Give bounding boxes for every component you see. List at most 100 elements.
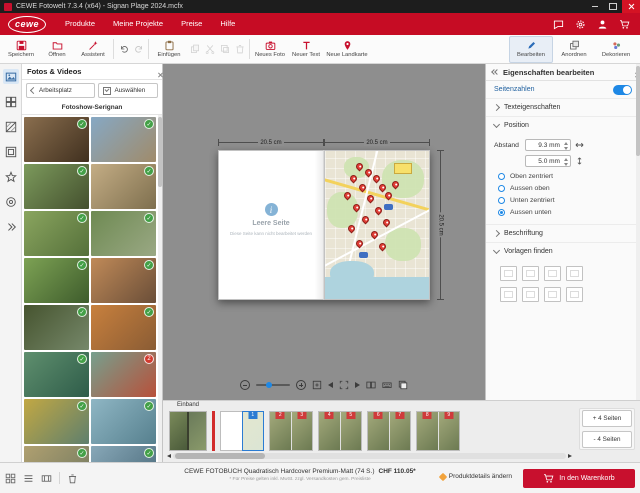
- photo-thumbnail[interactable]: ✓: [24, 258, 89, 303]
- map-pin-icon[interactable]: [352, 203, 362, 213]
- expand-strip-icon[interactable]: [3, 219, 19, 234]
- frames-panel-icon[interactable]: [3, 144, 19, 159]
- spinner-arrows[interactable]: [564, 142, 568, 150]
- photo-thumbnail[interactable]: ✓: [24, 211, 89, 256]
- scrollbar-thumb[interactable]: [175, 453, 265, 459]
- layouts-panel-icon[interactable]: [3, 94, 19, 109]
- position-section-header[interactable]: Position: [486, 117, 640, 134]
- filmstrip-page[interactable]: 9: [439, 412, 460, 450]
- template-thumbnail[interactable]: [522, 287, 539, 302]
- map-pin-icon[interactable]: [363, 167, 373, 177]
- map-pin-icon[interactable]: [371, 173, 381, 183]
- photo-scrollbar[interactable]: [158, 115, 162, 462]
- filmstrip-scrollbar[interactable]: [165, 452, 574, 460]
- pages-overview-icon[interactable]: [398, 380, 408, 390]
- new-text-button[interactable]: Neuer Text: [288, 36, 324, 63]
- template-thumbnail[interactable]: [544, 287, 561, 302]
- zoom-slider-knob[interactable]: [266, 382, 272, 388]
- cliparts-panel-icon[interactable]: [3, 169, 19, 184]
- photo-thumbnail[interactable]: ✓: [91, 399, 156, 444]
- filmstrip-spread[interactable]: 89: [416, 411, 460, 451]
- right-page-map[interactable]: [324, 150, 430, 300]
- zoom-out-icon[interactable]: [240, 380, 250, 390]
- keyboard-icon[interactable]: [382, 380, 392, 390]
- fit-page-icon[interactable]: [312, 380, 322, 390]
- fullscreen-icon[interactable]: [339, 380, 349, 390]
- next-page-icon[interactable]: [355, 382, 360, 388]
- new-map-button[interactable]: Neue Landkarte: [324, 36, 370, 63]
- position-option[interactable]: Oben zentriert: [498, 173, 632, 180]
- scrollbar-thumb[interactable]: [158, 117, 162, 187]
- map-pin-icon[interactable]: [378, 182, 388, 192]
- smart-text-panel-icon[interactable]: [3, 194, 19, 209]
- filmstrip-spread[interactable]: 1: [220, 411, 264, 451]
- map-pin-icon[interactable]: [346, 224, 356, 234]
- filmstrip-page[interactable]: 2: [270, 412, 292, 450]
- scrollbar-track[interactable]: [173, 453, 566, 459]
- map-pin-icon[interactable]: [373, 206, 383, 216]
- spread-view-icon[interactable]: [366, 380, 376, 390]
- abstand-y-spinner[interactable]: 5.0 mm: [525, 155, 571, 167]
- source-dropdown[interactable]: Arbeitsplatz: [26, 83, 95, 98]
- cover-thumbnail[interactable]: [169, 411, 207, 451]
- map-pin-icon[interactable]: [358, 182, 368, 192]
- trash-icon[interactable]: [67, 473, 78, 484]
- backgrounds-panel-icon[interactable]: [3, 119, 19, 134]
- template-thumbnail[interactable]: [566, 266, 583, 281]
- grid-view-icon[interactable]: [5, 473, 16, 484]
- filmstrip-view-icon[interactable]: [41, 473, 52, 484]
- templates-section-header[interactable]: Vorlagen finden: [486, 243, 640, 260]
- close-button[interactable]: [622, 0, 640, 13]
- map-pin-icon[interactable]: [378, 241, 388, 251]
- panel-scrollbar[interactable]: [636, 64, 640, 400]
- previous-page-icon[interactable]: [328, 382, 333, 388]
- select-photos-button[interactable]: Auswählen: [98, 83, 158, 98]
- feedback-icon[interactable]: [553, 19, 564, 30]
- map-pin-icon[interactable]: [355, 161, 365, 171]
- position-option[interactable]: Unten zentriert: [498, 197, 632, 204]
- filmstrip-spread[interactable]: 45: [318, 411, 362, 451]
- filmstrip-page[interactable]: 8: [417, 412, 439, 450]
- settings-gear-icon[interactable]: [575, 19, 586, 30]
- new-photo-button[interactable]: Neues Foto: [252, 36, 288, 63]
- remove-pages-button[interactable]: - 4 Seiten: [582, 431, 632, 448]
- map-pin-icon[interactable]: [355, 238, 365, 248]
- open-button[interactable]: Öffnen: [39, 36, 75, 63]
- filmstrip-page[interactable]: 3: [292, 412, 313, 450]
- photo-thumbnail[interactable]: ✓: [91, 211, 156, 256]
- photo-thumbnail[interactable]: ✓: [91, 164, 156, 209]
- template-thumbnail[interactable]: [522, 266, 539, 281]
- map-pin-icon[interactable]: [365, 194, 375, 204]
- minimize-button[interactable]: [586, 0, 604, 13]
- map-pin-icon[interactable]: [382, 218, 392, 228]
- maximize-button[interactable]: [604, 0, 622, 13]
- menu-produkte[interactable]: Produkte: [56, 13, 104, 35]
- photo-thumbnail[interactable]: 2: [91, 352, 156, 397]
- map-pin-icon[interactable]: [361, 215, 371, 225]
- template-thumbnail[interactable]: [566, 287, 583, 302]
- photo-thumbnail[interactable]: ✓: [24, 352, 89, 397]
- position-option[interactable]: Aussen unten: [498, 209, 632, 216]
- photo-thumbnail[interactable]: ✓: [24, 117, 89, 162]
- photo-thumbnail[interactable]: ✓: [91, 117, 156, 162]
- photos-panel-icon[interactable]: [3, 69, 19, 84]
- photo-thumbnail[interactable]: ✓: [91, 446, 156, 462]
- undo-button[interactable]: [116, 36, 131, 63]
- scroll-right-icon[interactable]: [566, 452, 574, 460]
- photo-thumbnail[interactable]: ✓: [91, 258, 156, 303]
- spinner-arrows[interactable]: [564, 158, 568, 166]
- photo-thumbnail[interactable]: ✓: [91, 305, 156, 350]
- add-pages-button[interactable]: + 4 Seiten: [582, 410, 632, 427]
- page-numbers-toggle[interactable]: [613, 85, 632, 95]
- position-option[interactable]: Aussen oben: [498, 185, 632, 192]
- photo-thumbnail[interactable]: ✓: [24, 164, 89, 209]
- map-pin-icon[interactable]: [369, 229, 379, 239]
- map-pin-icon[interactable]: [349, 173, 359, 183]
- zoom-slider[interactable]: [256, 384, 290, 386]
- folder-name[interactable]: Fotoshow-Serignan: [22, 101, 162, 115]
- map-pin-icon[interactable]: [390, 179, 400, 189]
- menu-meine-projekte[interactable]: Meine Projekte: [104, 13, 172, 35]
- add-to-cart-button[interactable]: In den Warenkorb: [523, 469, 635, 488]
- product-details-button[interactable]: Produktdetails ändern: [440, 473, 512, 480]
- menu-hilfe[interactable]: Hilfe: [211, 13, 244, 35]
